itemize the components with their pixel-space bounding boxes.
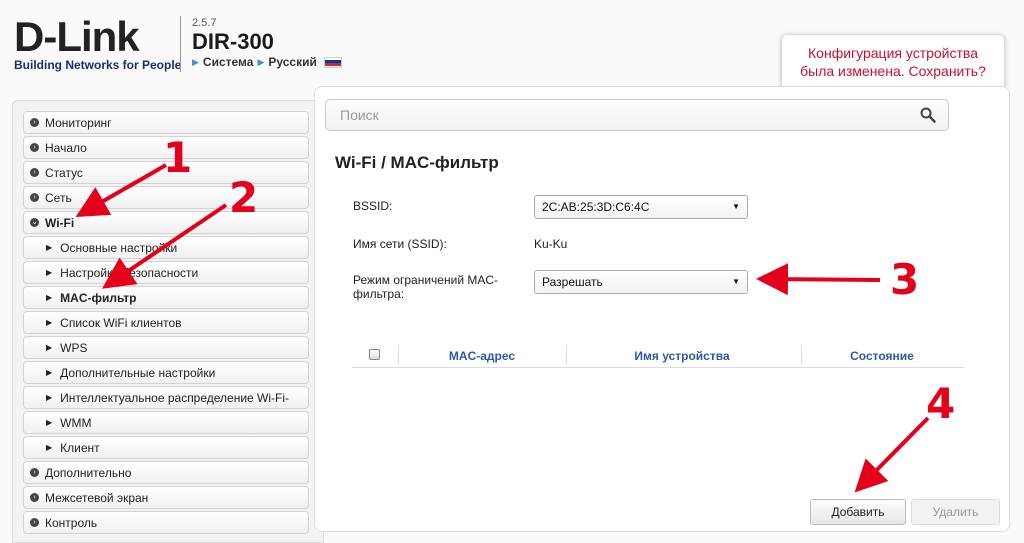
triangle-right-icon: ▶ [46, 443, 53, 452]
add-button[interactable]: Добавить [810, 499, 906, 525]
russia-flag-icon [323, 56, 342, 68]
sidebar-subitem-mac-filter[interactable]: ▶ MAC-фильтр [23, 286, 309, 309]
sidebar-item-label: Интеллектуальное распределение Wi-Fi- [60, 390, 290, 405]
column-divider [801, 345, 802, 365]
model-name: DIR-300 [192, 29, 274, 54]
circle-arrow-icon: › [30, 193, 39, 202]
sidebar-item-status[interactable]: › Статус [23, 161, 309, 184]
column-divider [398, 345, 399, 365]
main-panel: Поиск Wi-Fi / MAC-фильтр BSSID: 2C:AB:25… [314, 86, 1010, 532]
sidebar-subitem-advanced-settings[interactable]: ▶ Дополнительные настройки [23, 361, 309, 384]
sidebar-item-advanced[interactable]: › Дополнительно [23, 461, 309, 484]
language-link[interactable]: Русский [268, 55, 317, 69]
triangle-right-icon: ▶ [46, 293, 53, 302]
mac-filter-mode-label: Режим ограничений MAC- фильтра: [353, 273, 498, 301]
sidebar: › Мониторинг › Начало › Статус › Сеть ⌄ Wi-Fi… [12, 100, 324, 543]
save-config-notification[interactable]: Конфигурация устройства была изменена. С… [781, 34, 1005, 98]
search-input[interactable]: Поиск [325, 99, 949, 131]
column-device-name[interactable]: Имя устройства [602, 349, 762, 363]
mac-filter-mode-select[interactable]: Разрешать ▼ [534, 270, 748, 294]
triangle-right-icon: ▶ [46, 318, 53, 327]
sidebar-item-label: Статус [45, 165, 83, 180]
sidebar-item-label: Wi-Fi [45, 215, 75, 230]
sidebar-item-label: Мониторинг [45, 115, 112, 130]
sidebar-item-label: WPS [60, 340, 88, 355]
triangle-right-icon: ▶ [46, 418, 53, 427]
triangle-right-icon: ▶ [46, 393, 53, 402]
circle-arrow-icon: › [30, 118, 39, 127]
page-title: Wi-Fi / MAC-фильтр [335, 153, 499, 172]
triangle-right-icon: ▶ [46, 343, 53, 352]
sidebar-item-label: Дополнительно [45, 465, 132, 480]
column-mac-address[interactable]: MAC-адрес [412, 349, 552, 363]
delete-button[interactable]: Удалить [911, 499, 1000, 525]
notification-line-2: была изменена. Сохранить? [800, 63, 986, 79]
firmware-version: 2.5.7 [192, 17, 217, 29]
notification-line-1: Конфигурация устройства [808, 45, 978, 61]
sidebar-item-label: Начало [45, 140, 87, 155]
sidebar-item-monitoring[interactable]: › Мониторинг [23, 111, 309, 134]
triangle-right-icon: ▶ [192, 56, 199, 67]
circle-arrow-icon: › [30, 468, 39, 477]
bssid-label: BSSID: [353, 199, 393, 213]
sidebar-item-label: Межсетевой экран [45, 490, 149, 505]
sidebar-item-label: Основные настройки [60, 240, 178, 255]
sidebar-subitem-smart-distribution[interactable]: ▶ Интеллектуальное распределение Wi-Fi- [23, 386, 309, 409]
triangle-right-icon: ▶ [46, 268, 53, 277]
logo-text: D-Link [14, 13, 140, 60]
sidebar-subitem-wps[interactable]: ▶ WPS [23, 336, 309, 359]
sidebar-item-label: Настройки безопасности [60, 265, 199, 280]
sidebar-item-firewall[interactable]: › Межсетевой экран [23, 486, 309, 509]
caret-down-icon: ▼ [732, 277, 740, 286]
sidebar-item-control[interactable]: › Контроль [23, 511, 309, 534]
sidebar-item-label: WMM [60, 415, 92, 430]
mac-table-header: MAC-адрес Имя устройства Состояние [352, 343, 964, 368]
sidebar-item-wifi[interactable]: ⌄ Wi-Fi [23, 211, 309, 234]
triangle-right-icon: ▶ [46, 368, 53, 377]
circle-arrow-icon: › [30, 493, 39, 502]
sidebar-subitem-basic-settings[interactable]: ▶ Основные настройки [23, 236, 309, 259]
sidebar-item-label: Клиент [60, 440, 100, 455]
header-links: ▶ Система ▶ Русский [192, 55, 342, 69]
mode-label-line-2: фильтра: [353, 287, 405, 301]
ssid-label: Имя сети (SSID): [353, 237, 447, 251]
sidebar-item-start[interactable]: › Начало [23, 136, 309, 159]
circle-arrow-down-icon: ⌄ [30, 218, 39, 227]
sidebar-item-label: Дополнительные настройки [60, 365, 216, 380]
sidebar-subitem-wifi-clients[interactable]: ▶ Список WiFi клиентов [23, 311, 309, 334]
sidebar-item-label: Контроль [45, 515, 98, 530]
column-divider [566, 345, 567, 365]
ssid-value: Ku-Ku [534, 237, 568, 251]
sidebar-item-label: Сеть [45, 190, 72, 205]
magnifier-icon[interactable] [920, 107, 936, 123]
sidebar-subitem-wmm[interactable]: ▶ WMM [23, 411, 309, 434]
circle-arrow-icon: › [30, 518, 39, 527]
sidebar-subitem-security-settings[interactable]: ▶ Настройки безопасности [23, 261, 309, 284]
circle-arrow-icon: › [30, 168, 39, 177]
system-link[interactable]: Система [203, 55, 254, 69]
logo-tagline: Building Networks for People [14, 58, 182, 72]
bssid-value: 2C:AB:25:3D:C6:4C [542, 200, 650, 214]
sidebar-item-label: Список WiFi клиентов [60, 315, 182, 330]
circle-arrow-icon: › [30, 143, 39, 152]
triangle-right-icon: ▶ [257, 56, 265, 67]
triangle-right-icon: ▶ [46, 243, 53, 252]
select-all-checkbox[interactable] [369, 349, 380, 360]
sidebar-subitem-client[interactable]: ▶ Клиент [23, 436, 309, 459]
caret-down-icon: ▼ [732, 202, 740, 211]
column-status[interactable]: Состояние [822, 349, 942, 363]
header-divider [180, 16, 181, 72]
dlink-logo: D-Link Building Networks for People [14, 13, 182, 73]
mode-label-line-1: Режим ограничений MAC- [353, 273, 499, 287]
sidebar-item-label: MAC-фильтр [60, 290, 137, 305]
sidebar-item-network[interactable]: › Сеть [23, 186, 309, 209]
search-placeholder: Поиск [340, 107, 379, 123]
bssid-select[interactable]: 2C:AB:25:3D:C6:4C ▼ [534, 195, 748, 219]
mode-value: Разрешать [542, 275, 603, 289]
